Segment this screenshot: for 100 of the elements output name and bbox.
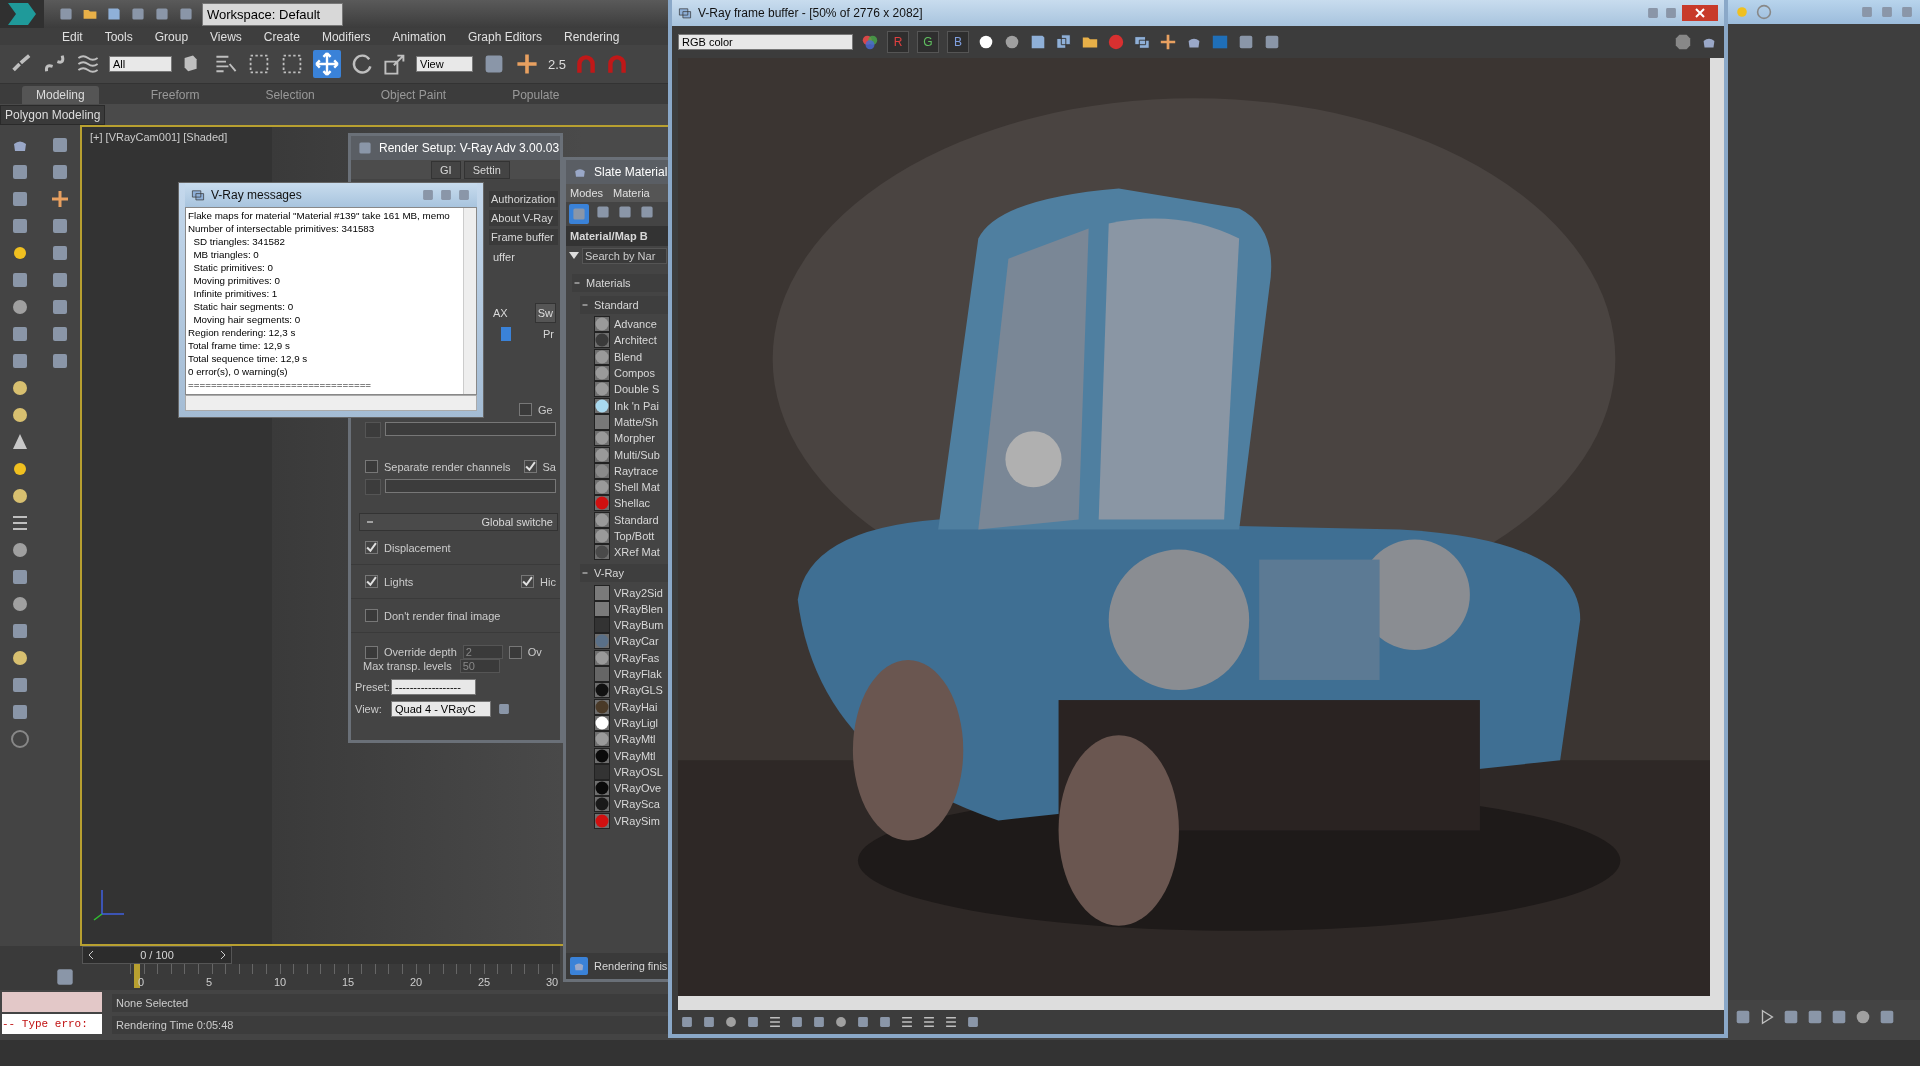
listener-output[interactable]: -- Type erro:	[2, 1014, 102, 1034]
square-icon[interactable]	[1734, 1008, 1752, 1026]
material-item[interactable]: Architect	[572, 332, 670, 349]
material-item[interactable]: VRayMtl	[572, 731, 670, 748]
menu-item[interactable]: Create	[263, 29, 300, 44]
material-item[interactable]: VRayFas	[572, 649, 670, 666]
workspace-dropdown[interactable]: Workspace: Default	[202, 2, 344, 26]
camera-dropdown[interactable]: Quad 4 - VRayC	[391, 701, 491, 717]
material-item[interactable]: Compos	[572, 364, 670, 382]
menu-item[interactable]: Modifiers	[321, 29, 371, 44]
window-icon[interactable]	[678, 6, 692, 20]
square-icon[interactable]	[10, 324, 30, 344]
checkbox[interactable]	[365, 541, 378, 554]
circle-icon[interactable]	[724, 1015, 738, 1029]
menu-item[interactable]: Materia	[613, 187, 650, 199]
tab[interactable]: Settin	[463, 161, 510, 179]
path-field[interactable]	[385, 479, 556, 493]
material-item[interactable]: VRayCar	[572, 633, 670, 650]
material-item[interactable]: Double S	[572, 381, 670, 398]
checkbox[interactable]	[519, 403, 532, 416]
scale-icon[interactable]	[383, 52, 407, 76]
ribbon-tab[interactable]: Modeling	[22, 86, 99, 104]
square-icon[interactable]	[1806, 1008, 1824, 1026]
square-icon[interactable]	[10, 675, 30, 695]
checkbox[interactable]	[523, 460, 537, 473]
square-icon[interactable]	[746, 1015, 760, 1029]
save-icon[interactable]	[1029, 33, 1047, 51]
circle-icon[interactable]	[10, 594, 30, 614]
material-item[interactable]: XRef Mat	[572, 544, 670, 561]
time-thumb[interactable]	[134, 964, 140, 988]
color-wheel-icon[interactable]	[861, 33, 879, 51]
copy-icon[interactable]	[1055, 33, 1073, 51]
menu-item[interactable]: Rendering	[564, 29, 620, 44]
square-icon[interactable]	[50, 135, 70, 155]
window-icon[interactable]	[1133, 33, 1151, 51]
circle-icon[interactable]	[10, 540, 30, 560]
search-field[interactable]: Search by Nar	[582, 248, 667, 264]
sphere-icon[interactable]	[10, 648, 30, 668]
square-icon[interactable]	[50, 297, 70, 317]
viewport-label[interactable]: [+] [VRayCam001] [Shaded]	[90, 131, 228, 143]
checkbox[interactable]	[365, 645, 378, 659]
material-item[interactable]: Shellac	[572, 495, 670, 512]
material-item[interactable]: Advance	[572, 316, 670, 333]
square-icon[interactable]	[50, 270, 70, 290]
material-item[interactable]: Blend	[572, 348, 670, 365]
swap-button[interactable]: Sw	[534, 303, 556, 323]
sphere-icon[interactable]	[10, 405, 30, 425]
square-icon[interactable]	[50, 162, 70, 182]
close-button[interactable]	[1682, 5, 1718, 21]
square-icon[interactable]	[856, 1015, 870, 1029]
square-icon[interactable]	[10, 621, 30, 641]
material-item[interactable]: VRayMtl	[572, 747, 670, 764]
material-item[interactable]: Top/Bott	[572, 527, 670, 545]
square-icon[interactable]	[1237, 33, 1255, 51]
material-item[interactable]: Multi/Sub	[572, 446, 670, 463]
rollout-button[interactable]: Authorization	[489, 191, 558, 207]
material-item[interactable]: VRayBlen	[572, 600, 670, 618]
square-icon[interactable]	[1263, 33, 1281, 51]
filled-circle-icon[interactable]	[977, 33, 995, 51]
reference-coordinate-dropdown[interactable]: View	[416, 56, 473, 72]
circle-icon[interactable]	[1003, 33, 1021, 51]
square-icon[interactable]	[10, 567, 30, 587]
window-icon[interactable]	[191, 188, 205, 202]
tree-group-header[interactable]: Standard	[580, 296, 670, 314]
square-icon[interactable]	[50, 351, 70, 371]
stop-icon[interactable]	[1674, 33, 1692, 51]
circle-icon[interactable]	[834, 1015, 848, 1029]
square-icon[interactable]	[1830, 1008, 1848, 1026]
square-icon[interactable]	[10, 189, 30, 209]
sphere-icon[interactable]	[10, 378, 30, 398]
material-item[interactable]: VRaySim	[572, 812, 670, 829]
square-icon[interactable]	[1782, 1008, 1800, 1026]
square-icon[interactable]	[1878, 1008, 1896, 1026]
material-item[interactable]: VRayOSL	[572, 763, 670, 780]
material-item[interactable]: VRayFlak	[572, 665, 670, 683]
square-icon[interactable]	[878, 1015, 892, 1029]
material-item[interactable]: Shell Mat	[572, 478, 670, 496]
ribbon-tab[interactable]: Object Paint	[366, 86, 461, 104]
square-icon[interactable]	[702, 1015, 716, 1029]
menu-item[interactable]: Views	[210, 29, 242, 44]
material-item[interactable]: Ink 'n Pai	[572, 397, 670, 414]
material-item[interactable]: VRaySca	[572, 796, 670, 813]
material-item[interactable]: Raytrace	[572, 462, 670, 479]
bars-icon[interactable]	[944, 1015, 958, 1029]
ribbon-tab[interactable]: Populate	[498, 86, 574, 104]
tree-group-header[interactable]: Materials	[572, 274, 670, 292]
channel-button[interactable]: G	[917, 31, 939, 53]
square-icon[interactable]	[617, 204, 633, 220]
material-item[interactable]: Matte/Sh	[572, 413, 670, 431]
material-item[interactable]: VRayOve	[572, 780, 670, 797]
square-icon[interactable]	[50, 243, 70, 263]
material-item[interactable]: Morpher	[572, 430, 670, 447]
checkbox[interactable]	[365, 609, 378, 622]
ribbon-panel-tab[interactable]: Polygon Modeling	[0, 104, 106, 125]
square-icon[interactable]	[10, 270, 30, 290]
square-icon[interactable]	[10, 216, 30, 236]
menu-item[interactable]: Graph Editors	[467, 29, 542, 44]
cross-icon[interactable]	[1159, 33, 1177, 51]
bars-icon[interactable]	[922, 1015, 936, 1029]
cone-icon[interactable]	[10, 432, 30, 452]
